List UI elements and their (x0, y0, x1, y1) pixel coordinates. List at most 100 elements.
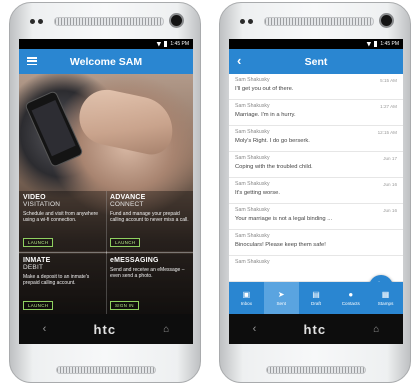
phone-in-hand-image (24, 90, 84, 168)
screen-home: 1:45 PM Welcome SAM VIDEO VISITATION Sch… (19, 39, 193, 344)
sensor-dots (240, 19, 253, 24)
message-preview: Coping with the troubled child. (235, 164, 313, 170)
app-header: ‹ Sent (229, 49, 403, 74)
system-nav-bar: ‹ htc ⌂ (229, 314, 403, 344)
front-camera (379, 13, 394, 28)
tab-label: Stamps (377, 301, 394, 306)
tab-sent[interactable]: ➤ Sent (263, 282, 299, 314)
tab-label: Contacts (341, 301, 360, 306)
tab-label: Sent (276, 301, 286, 306)
tile-description: Make a deposit to an inmate's prepaid ca… (23, 274, 90, 286)
screen-sent: 1:45 PM ‹ Sent Sam Shakusky 5:15 AM I'll… (229, 39, 403, 344)
app-header: Welcome SAM (19, 49, 193, 74)
message-sender: Sam Shakusky (235, 155, 270, 161)
status-bar: 1:45 PM (229, 39, 403, 49)
draft-icon: ▤ (312, 290, 320, 299)
hand-image (74, 84, 179, 159)
system-nav-bar: ‹ htc ⌂ (19, 314, 193, 344)
tab-inbox[interactable]: ▣ Inbox (229, 282, 264, 314)
inbox-icon: ▣ (242, 290, 251, 299)
menu-icon[interactable] (27, 57, 37, 65)
battery-icon (164, 41, 168, 47)
tab-contacts[interactable]: ● Contacts (333, 282, 368, 314)
tab-draft[interactable]: ▤ Draft (299, 282, 334, 314)
tile-emessaging: eMESSAGING Send and receive an eMessage … (106, 254, 193, 314)
page-title: Sent (304, 55, 328, 68)
message-sender: Sam Shakusky (235, 259, 270, 265)
message-sender: Sam Shakusky (235, 181, 270, 187)
tile-description: Send and receive an eMessage – even send… (110, 267, 185, 279)
bottom-speaker-grill (56, 366, 156, 374)
message-time: 12:15 AM (377, 130, 397, 135)
sent-message-list: Sam Shakusky 5:15 AM I'll get you out of… (229, 74, 403, 282)
wifi-icon (156, 41, 162, 47)
tile-subtitle: VISITATION (23, 201, 61, 208)
tab-label: Inbox (240, 301, 253, 306)
message-time: Jun 16 (383, 208, 397, 213)
launch-advance-button[interactable]: LAUNCH (110, 238, 141, 247)
stamps-icon: ▦ (381, 290, 390, 299)
message-sender: Sam Shakusky (235, 233, 270, 239)
speaker-grill (264, 17, 374, 26)
message-preview: I'll get you out of there. (235, 86, 294, 92)
phone-top-bezel (10, 3, 200, 41)
tile-description: Schedule and visit from anywhere using a… (23, 211, 99, 223)
message-preview: Marriage. I'm in a hurry. (235, 112, 296, 118)
message-row[interactable]: Sam Shakusky 12:15 AM Moly's Right. I do… (229, 126, 403, 152)
status-bar: 1:45 PM (19, 39, 193, 49)
phone-left: 1:45 PM Welcome SAM VIDEO VISITATION Sch… (9, 2, 201, 383)
message-time: 5:15 AM (380, 78, 397, 83)
front-camera (169, 13, 184, 28)
speaker-grill (54, 17, 164, 26)
tile-inmate-debit: INMATE DEBIT Make a deposit to an inmate… (19, 254, 106, 314)
sign-in-button[interactable]: SIGN IN (110, 301, 139, 310)
status-time: 1:45 PM (170, 41, 189, 47)
back-nav-icon[interactable]: ‹ (43, 323, 47, 335)
launch-video-button[interactable]: LAUNCH (23, 238, 54, 247)
bottom-speaker-grill (266, 366, 366, 374)
message-row[interactable]: Sam Shakusky 5:15 AM I'll get you out of… (229, 74, 403, 100)
home-nav-icon[interactable]: ⌂ (163, 324, 169, 335)
contacts-icon: ● (348, 290, 354, 299)
message-preview: Moly's Right. I do go berserk. (235, 138, 310, 144)
tile-title: INMATE (23, 257, 51, 264)
message-time: Jun 16 (383, 182, 397, 187)
message-time: Jun 17 (383, 156, 397, 161)
message-row[interactable]: Sam Shakusky Binoculars! Please keep the… (229, 230, 403, 256)
message-preview: It's getting worse. (235, 190, 280, 196)
message-sender: Sam Shakusky (235, 207, 270, 213)
bottom-tab-bar: ▣ Inbox ➤ Sent ▤ Draft ● Contacts ▦ Stam… (229, 282, 403, 314)
launch-inmate-button[interactable]: LAUNCH (23, 301, 54, 310)
message-row[interactable]: Sam Shakusky Jun 17 Coping with the trou… (229, 152, 403, 178)
message-row[interactable]: Sam Shakusky Jun 16 Your marriage is not… (229, 204, 403, 230)
tile-title: ADVANCE (110, 194, 146, 201)
battery-icon (374, 41, 378, 47)
message-row[interactable]: Sam Shakusky 1:27 AM Marriage. I'm in a … (229, 100, 403, 126)
tile-advance-connect: ADVANCE CONNECT Fund and manage your pre… (106, 191, 193, 251)
tab-label: Draft (311, 301, 321, 306)
tile-subtitle: CONNECT (110, 201, 144, 208)
phone-top-bezel (220, 3, 410, 41)
message-time: 1:27 AM (380, 104, 397, 109)
message-row[interactable]: Sam Shakusky Jun 16 It's getting worse. (229, 178, 403, 204)
message-sender: Sam Shakusky (235, 129, 270, 135)
message-sender: Sam Shakusky (235, 77, 270, 83)
back-arrow-icon[interactable]: ‹ (237, 54, 241, 68)
tile-title: VIDEO (23, 194, 46, 201)
phone-right: 1:45 PM ‹ Sent Sam Shakusky 5:15 AM I'll… (219, 2, 411, 383)
screenshot-stage: 1:45 PM Welcome SAM VIDEO VISITATION Sch… (0, 0, 414, 385)
message-preview: Your marriage is not a legal binding ... (235, 216, 333, 222)
tab-stamps[interactable]: ▦ Stamps (368, 282, 403, 314)
home-body: VIDEO VISITATION Schedule and visit from… (19, 74, 193, 314)
brand-logo: htc (303, 321, 327, 337)
tile-title: eMESSAGING (110, 257, 159, 264)
sensor-dots (30, 19, 43, 24)
status-time: 1:45 PM (380, 41, 399, 47)
brand-logo: htc (93, 321, 117, 337)
message-sender: Sam Shakusky (235, 103, 270, 109)
back-nav-icon[interactable]: ‹ (253, 323, 257, 335)
home-nav-icon[interactable]: ⌂ (373, 324, 379, 335)
tile-subtitle: DEBIT (23, 264, 44, 271)
message-preview: Binoculars! Please keep them safe! (235, 242, 326, 248)
send-icon: ➤ (277, 290, 285, 299)
